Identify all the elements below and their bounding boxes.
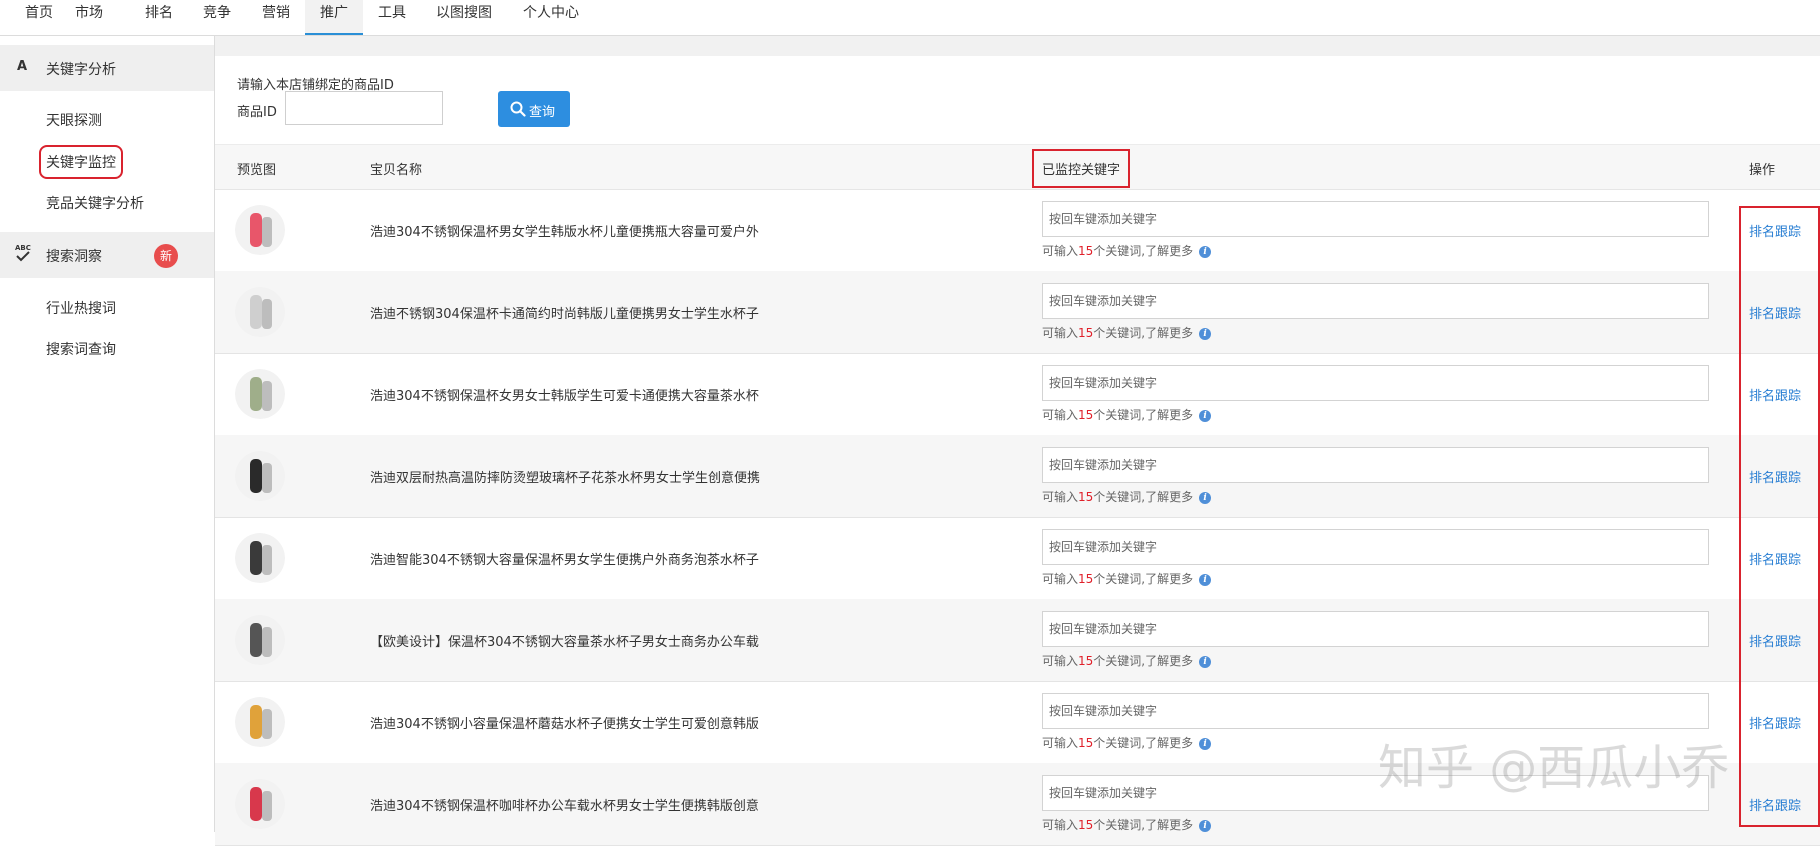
info-icon[interactable]: i <box>1199 819 1212 832</box>
rank-tracking-link[interactable]: 排名跟踪 <box>1749 549 1801 568</box>
product-thumbnail[interactable] <box>235 615 285 665</box>
info-icon[interactable]: i <box>1199 737 1212 750</box>
product-thumbnail[interactable] <box>235 697 285 747</box>
table-row: 【欧美设计】保温杯304不锈钢大容量茶水杯子男女士商务办公车载可输入15个关键词… <box>215 599 1820 682</box>
keyword-input[interactable] <box>1042 365 1709 401</box>
query-button[interactable]: 查询 <box>498 91 570 127</box>
table-row: 浩迪304不锈钢保温杯女男女士韩版学生可爱卡通便携大容量茶水杯可输入15个关键词… <box>215 353 1820 436</box>
product-name: 浩迪304不锈钢保温杯男女学生韩版水杯儿童便携瓶大容量可爱户外 <box>370 225 759 240</box>
sidebar-item-skyeye[interactable]: 天眼探测 <box>46 110 102 130</box>
table-row: 浩迪智能304不锈钢大容量保温杯男女学生便携户外商务泡茶水杯子可输入15个关键词… <box>215 517 1820 600</box>
keyword-hint: 可输入15个关键词,了解更多 i <box>1042 242 1212 259</box>
top-nav: 首页 市场 排名 竞争 营销 推广 工具 以图搜图 个人中心 <box>0 0 1820 36</box>
info-icon[interactable]: i <box>1199 327 1212 340</box>
tab-promotion[interactable]: 推广 <box>305 0 363 35</box>
sidebar-section-keyword-analysis[interactable]: A 关键字分析 <box>0 45 214 91</box>
sidebar-section-label: 搜索洞察 <box>46 249 102 265</box>
keyword-hint: 可输入15个关键词,了解更多 i <box>1042 406 1212 423</box>
sidebar: A 关键字分析 天眼探测 关键字监控 竞品关键字分析 ABC 搜索洞察 新 行业… <box>0 36 215 832</box>
product-thumbnail[interactable] <box>235 287 285 337</box>
keyword-hint: 可输入15个关键词,了解更多 i <box>1042 324 1212 341</box>
sub-bar <box>0 36 1820 57</box>
product-id-label: 商品ID <box>237 105 277 120</box>
sidebar-section-label: 关键字分析 <box>46 62 116 78</box>
keyword-input[interactable] <box>1042 529 1709 565</box>
product-thumbnail[interactable] <box>235 451 285 501</box>
rank-tracking-link[interactable]: 排名跟踪 <box>1749 795 1801 814</box>
keyword-input[interactable] <box>1042 283 1709 319</box>
new-badge: 新 <box>154 244 178 268</box>
letter-a-icon: A <box>17 59 28 74</box>
info-icon[interactable]: i <box>1199 655 1212 668</box>
rank-tracking-link[interactable]: 排名跟踪 <box>1749 303 1801 322</box>
table-row: 浩迪不锈钢304保温杯卡通简约时尚韩版儿童便携男女士学生水杯子可输入15个关键词… <box>215 271 1820 354</box>
product-id-input[interactable] <box>285 91 443 125</box>
keyword-input[interactable] <box>1042 611 1709 647</box>
tab-tools[interactable]: 工具 <box>368 0 416 35</box>
table-header: 预览图 宝贝名称 已监控关键字 操作 <box>215 144 1820 190</box>
product-thumbnail[interactable] <box>235 533 285 583</box>
rank-tracking-link[interactable]: 排名跟踪 <box>1749 385 1801 404</box>
header-preview: 预览图 <box>237 163 277 178</box>
tab-market[interactable]: 市场 <box>63 0 115 35</box>
header-name: 宝贝名称 <box>370 163 423 178</box>
tab-marketing[interactable]: 营销 <box>252 0 300 35</box>
sidebar-item-search-query[interactable]: 搜索词查询 <box>46 339 116 359</box>
main-content: 请输入本店铺绑定的商品ID 商品ID 查询 预览图 宝贝名称 已监控关键字 操作… <box>215 56 1820 846</box>
rank-tracking-link[interactable]: 排名跟踪 <box>1749 713 1801 732</box>
svg-text:ABC: ABC <box>15 244 31 252</box>
rank-tracking-link[interactable]: 排名跟踪 <box>1749 631 1801 650</box>
product-name: 浩迪304不锈钢小容量保温杯蘑菇水杯子便携女士学生可爱创意韩版 <box>370 717 759 732</box>
sidebar-item-keyword-monitor[interactable]: 关键字监控 <box>39 145 123 179</box>
tab-home[interactable]: 首页 <box>17 0 61 35</box>
tab-competition[interactable]: 竞争 <box>193 0 241 35</box>
sidebar-section-search-insight[interactable]: ABC 搜索洞察 新 <box>0 232 214 278</box>
keyword-hint: 可输入15个关键词,了解更多 i <box>1042 652 1212 669</box>
header-monitored-keywords: 已监控关键字 <box>1031 149 1131 188</box>
abc-check-icon: ABC <box>14 242 32 268</box>
tab-personal-center[interactable]: 个人中心 <box>515 0 587 35</box>
product-name: 浩迪智能304不锈钢大容量保温杯男女学生便携户外商务泡茶水杯子 <box>370 553 759 568</box>
product-name: 浩迪不锈钢304保温杯卡通简约时尚韩版儿童便携男女士学生水杯子 <box>370 307 759 322</box>
info-icon[interactable]: i <box>1199 245 1212 258</box>
product-thumbnail[interactable] <box>235 369 285 419</box>
sidebar-item-competitor-keyword[interactable]: 竞品关键字分析 <box>46 193 144 213</box>
tab-image-search[interactable]: 以图搜图 <box>428 0 500 35</box>
watermark: 知乎 @西瓜小乔 <box>1378 740 1730 796</box>
query-button-label: 查询 <box>529 104 556 119</box>
keyword-input[interactable] <box>1042 201 1709 237</box>
product-name: 浩迪双层耐热高温防摔防烫塑玻璃杯子花茶水杯男女士学生创意便携 <box>370 471 761 486</box>
product-thumbnail[interactable] <box>235 205 285 255</box>
keyword-hint: 可输入15个关键词,了解更多 i <box>1042 570 1212 587</box>
info-icon[interactable]: i <box>1199 409 1212 422</box>
header-action: 操作 <box>1749 163 1776 178</box>
product-name: 【欧美设计】保温杯304不锈钢大容量茶水杯子男女士商务办公车载 <box>370 635 759 650</box>
keyword-input[interactable] <box>1042 447 1709 483</box>
info-icon[interactable]: i <box>1199 491 1212 504</box>
rank-tracking-link[interactable]: 排名跟踪 <box>1749 467 1801 486</box>
keyword-hint: 可输入15个关键词,了解更多 i <box>1042 488 1212 505</box>
product-name: 浩迪304不锈钢保温杯女男女士韩版学生可爱卡通便携大容量茶水杯 <box>370 389 759 404</box>
keyword-hint: 可输入15个关键词,了解更多 i <box>1042 734 1212 751</box>
product-name: 浩迪304不锈钢保温杯咖啡杯办公车载水杯男女士学生便携韩版创意 <box>370 799 759 814</box>
rank-tracking-link[interactable]: 排名跟踪 <box>1749 221 1801 240</box>
keyword-hint: 可输入15个关键词,了解更多 i <box>1042 816 1212 833</box>
tab-ranking[interactable]: 排名 <box>135 0 183 35</box>
product-thumbnail[interactable] <box>235 779 285 829</box>
table-row: 浩迪304不锈钢保温杯男女学生韩版水杯儿童便携瓶大容量可爱户外可输入15个关键词… <box>215 189 1820 272</box>
table-row: 浩迪双层耐热高温防摔防烫塑玻璃杯子花茶水杯男女士学生创意便携可输入15个关键词,… <box>215 435 1820 518</box>
sidebar-item-hot-search[interactable]: 行业热搜词 <box>46 298 116 318</box>
keyword-input[interactable] <box>1042 693 1709 729</box>
search-icon <box>510 101 526 117</box>
info-icon[interactable]: i <box>1199 573 1212 586</box>
